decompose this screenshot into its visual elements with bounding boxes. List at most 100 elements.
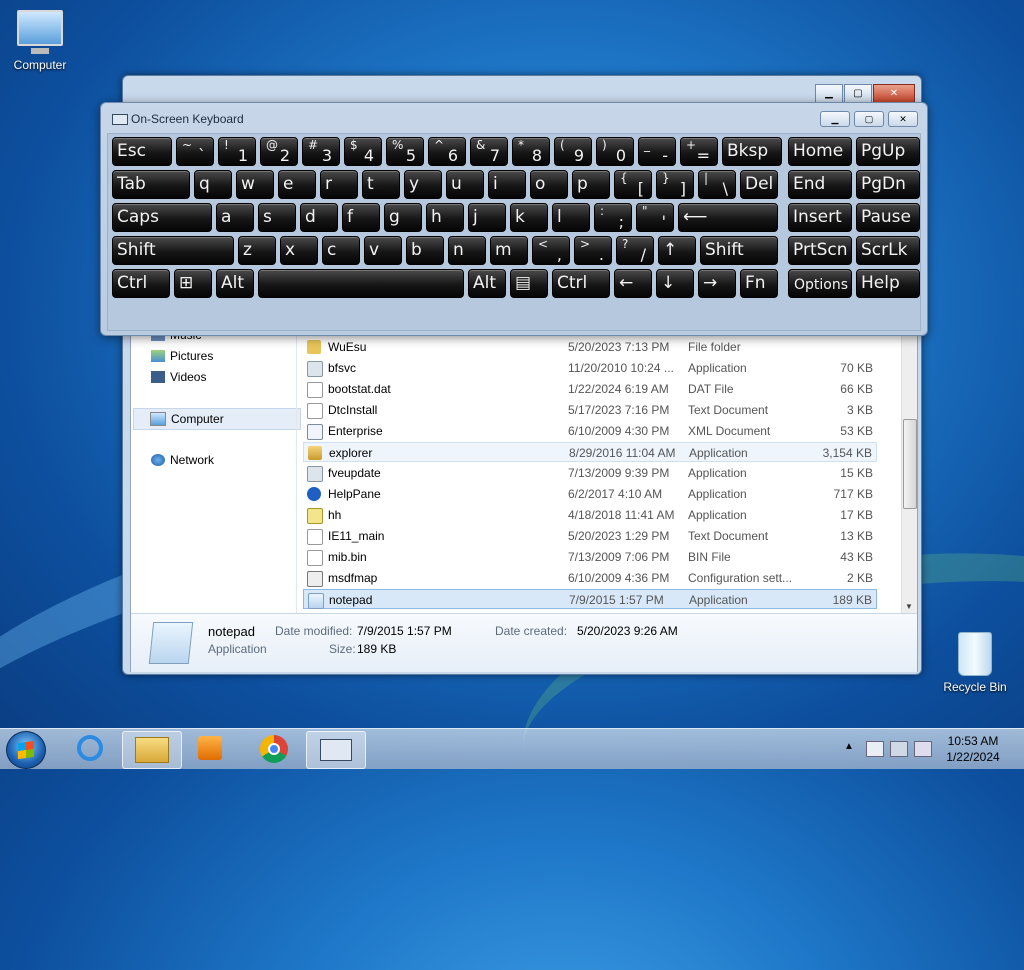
key-pause[interactable]: Pause xyxy=(856,203,920,232)
key-1[interactable]: ! 1 xyxy=(218,137,256,166)
scrollbar-thumb[interactable] xyxy=(903,419,917,509)
key-9[interactable]: (9 xyxy=(554,137,592,166)
key-del[interactable]: Del xyxy=(740,170,778,199)
key-a[interactable]: a xyxy=(216,203,254,232)
scroll-down-arrow-icon[interactable]: ▼ xyxy=(905,602,913,611)
key-shift[interactable]: Shift xyxy=(112,236,234,265)
key-l[interactable]: l xyxy=(552,203,590,232)
file-row[interactable]: WuEsu 5/20/2023 7:13 PM File folder xyxy=(303,337,877,357)
key-alt[interactable]: Alt xyxy=(468,269,506,298)
file-row[interactable]: mib.bin 7/13/2009 7:06 PM BIN File 43 KB xyxy=(303,547,877,567)
osk-minimize-button[interactable]: ▁ xyxy=(820,111,850,127)
show-hidden-icons-icon[interactable]: ▲ xyxy=(844,741,854,752)
key-[interactable]: {[ xyxy=(614,170,652,199)
key-[interactable]: ↑ xyxy=(658,236,696,265)
key-end[interactable]: End xyxy=(788,170,852,199)
file-row[interactable]: bfsvc 11/20/2010 10:24 ... Application 7… xyxy=(303,358,877,378)
desktop-icon-recycle-bin[interactable]: Recycle Bin xyxy=(935,632,1015,694)
key-alt[interactable]: Alt xyxy=(216,269,254,298)
key-[interactable]: + = xyxy=(680,137,718,166)
taskbar-media-player[interactable] xyxy=(188,733,232,765)
key-[interactable]: " ' xyxy=(636,203,674,232)
key-[interactable]: >. xyxy=(574,236,612,265)
key-[interactable]: | \ xyxy=(698,170,736,199)
vertical-scrollbar[interactable]: ▼ xyxy=(901,335,917,613)
file-row[interactable]: hh 4/18/2018 11:41 AM Application 17 KB xyxy=(303,505,877,525)
taskbar-windows-explorer[interactable] xyxy=(122,731,182,769)
key-q[interactable]: q xyxy=(194,170,232,199)
key-u[interactable]: u xyxy=(446,170,484,199)
on-screen-keyboard-window[interactable]: On-Screen Keyboard ▁ ▢ ✕ Esc ~ `! 1 @2 #3 $4% 5… xyxy=(100,102,928,336)
key-[interactable]: ↓ xyxy=(656,269,694,298)
key-7[interactable]: & 7 xyxy=(470,137,508,166)
taskbar-chrome[interactable] xyxy=(252,733,296,765)
key-[interactable]: <, xyxy=(532,236,570,265)
key-ctrl[interactable]: Ctrl xyxy=(112,269,170,298)
taskbar-internet-explorer[interactable] xyxy=(68,733,112,765)
key-[interactable]: :; xyxy=(594,203,632,232)
key-[interactable]: ▤ xyxy=(510,269,548,298)
file-row[interactable]: IE11_main 5/20/2023 1:29 PM Text Documen… xyxy=(303,526,877,546)
pane-divider[interactable] xyxy=(296,335,297,613)
taskbar-on-screen-keyboard[interactable] xyxy=(306,731,366,769)
key-e[interactable]: e xyxy=(278,170,316,199)
file-row[interactable]: DtcInstall 5/17/2023 7:16 PM Text Docume… xyxy=(303,400,877,420)
key-8[interactable]: * 8 xyxy=(512,137,550,166)
key-h[interactable]: h xyxy=(426,203,464,232)
key-fn[interactable]: Fn xyxy=(740,269,778,298)
key-shift[interactable]: Shift xyxy=(700,236,778,265)
key-[interactable]: ~ ` xyxy=(176,137,214,166)
key-i[interactable]: i xyxy=(488,170,526,199)
key-v[interactable]: v xyxy=(364,236,402,265)
key-[interactable]: _ - xyxy=(638,137,676,166)
key-z[interactable]: z xyxy=(238,236,276,265)
osk-maximize-button[interactable]: ▢ xyxy=(854,111,884,127)
key-j[interactable]: j xyxy=(468,203,506,232)
key-tab[interactable]: Tab xyxy=(112,170,190,199)
key-f[interactable]: f xyxy=(342,203,380,232)
key-caps[interactable]: Caps xyxy=(112,203,212,232)
key-home[interactable]: Home xyxy=(788,137,852,166)
key-esc[interactable]: Esc xyxy=(112,137,172,166)
key-[interactable]: }] xyxy=(656,170,694,199)
file-row[interactable]: fveupdate 7/13/2009 9:39 PM Application … xyxy=(303,463,877,483)
key-scrlk[interactable]: ScrLk xyxy=(856,236,920,265)
key-3[interactable]: #3 xyxy=(302,137,340,166)
start-button[interactable] xyxy=(6,731,46,769)
volume-muted-icon[interactable] xyxy=(914,741,932,757)
key-ctrl[interactable]: Ctrl xyxy=(552,269,610,298)
action-center-icon[interactable] xyxy=(866,741,884,757)
key-6[interactable]: ^ 6 xyxy=(428,137,466,166)
file-row[interactable]: msdfmap 6/10/2009 4:36 PM Configuration … xyxy=(303,568,877,588)
key-[interactable]: ⊞ xyxy=(174,269,212,298)
key-[interactable]: → xyxy=(698,269,736,298)
key-b[interactable]: b xyxy=(406,236,444,265)
key-5[interactable]: % 5 xyxy=(386,137,424,166)
key-g[interactable]: g xyxy=(384,203,422,232)
key-p[interactable]: p xyxy=(572,170,610,199)
clock[interactable]: 10:53 AM 1/22/2024 xyxy=(940,733,1006,765)
nav-item-network[interactable]: Network xyxy=(151,450,214,470)
osk-close-button[interactable]: ✕ xyxy=(888,111,918,127)
key-d[interactable]: d xyxy=(300,203,338,232)
file-row[interactable]: HelpPane 6/2/2017 4:10 AM Application 71… xyxy=(303,484,877,504)
nav-item-computer[interactable]: Computer xyxy=(133,408,301,430)
file-row[interactable]: explorer 8/29/2016 11:04 AM Application … xyxy=(303,442,877,462)
key-pgdn[interactable]: PgDn xyxy=(856,170,920,199)
desktop-icon-computer[interactable]: Computer xyxy=(0,10,80,72)
key-r[interactable]: r xyxy=(320,170,358,199)
nav-item-videos[interactable]: Videos xyxy=(151,367,206,387)
key-[interactable]: ← xyxy=(614,269,652,298)
key-2[interactable]: @2 xyxy=(260,137,298,166)
key-bksp[interactable]: Bksp xyxy=(722,137,782,166)
file-row-selected[interactable]: notepad 7/9/2015 1:57 PM Application 189… xyxy=(303,589,877,609)
key-y[interactable]: y xyxy=(404,170,442,199)
key-0[interactable]: ) 0 xyxy=(596,137,634,166)
file-row[interactable]: bootstat.dat 1/22/2024 6:19 AM DAT File … xyxy=(303,379,877,399)
key-[interactable]: ⟵ xyxy=(678,203,778,232)
nav-item-pictures[interactable]: Pictures xyxy=(151,346,213,366)
key-t[interactable]: t xyxy=(362,170,400,199)
key-w[interactable]: w xyxy=(236,170,274,199)
key-c[interactable]: c xyxy=(322,236,360,265)
explorer-maximize-button[interactable]: ▢ xyxy=(844,84,872,103)
